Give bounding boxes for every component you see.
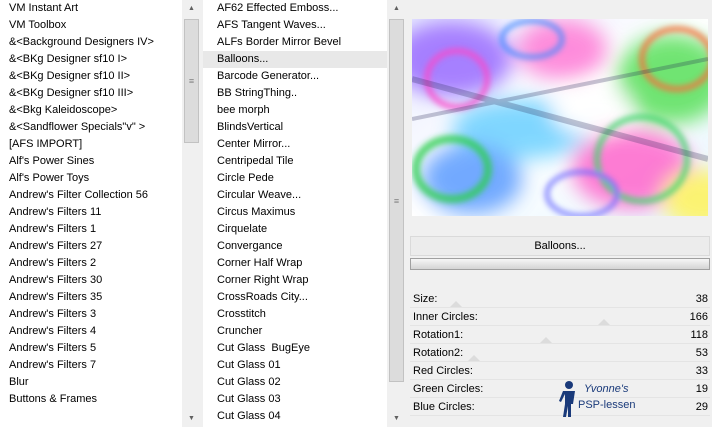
grip-icon: ≡ <box>393 195 400 206</box>
filter-item[interactable]: Convergance <box>203 238 387 255</box>
category-item[interactable]: Andrew's Filters 1 <box>0 221 182 238</box>
filter-item[interactable]: Circle Pede <box>203 170 387 187</box>
filter-item[interactable]: bee morph <box>203 102 387 119</box>
filter-item[interactable]: Barcode Generator... <box>203 68 387 85</box>
category-item[interactable]: Buttons & Frames <box>0 391 182 408</box>
filter-item[interactable]: Cirquelate <box>203 221 387 238</box>
filter-item[interactable]: Cut Glass 04 <box>203 408 387 425</box>
param-value: 118 <box>690 329 708 341</box>
filter-item[interactable]: BB StringThing.. <box>203 85 387 102</box>
param-row[interactable]: Rotation1: 118 <box>410 326 710 344</box>
category-item[interactable]: Andrew's Filter Collection 56 <box>0 187 182 204</box>
scroll-thumb[interactable]: ≡ <box>184 19 199 143</box>
param-label: Inner Circles: <box>413 311 478 323</box>
filter-item[interactable]: Balloons... <box>203 51 387 68</box>
filter-list[interactable]: AF62 Effected Emboss... AFS Tangent Waves… <box>203 0 387 427</box>
filter-item[interactable]: Centripedal Tile <box>203 153 387 170</box>
param-label: Size: <box>413 293 438 305</box>
param-value: 53 <box>695 347 708 359</box>
slider-marker[interactable] <box>450 301 462 307</box>
grip-icon: ≡ <box>188 76 195 86</box>
category-item[interactable]: &<Bkg Kaleidoscope> <box>0 102 182 119</box>
filter-item[interactable]: Cut Glass 03 <box>203 391 387 408</box>
category-item[interactable]: Andrew's Filters 4 <box>0 323 182 340</box>
category-item[interactable]: Andrew's Filters 27 <box>0 238 182 255</box>
filter-item[interactable]: Center Mirror... <box>203 136 387 153</box>
balloons-preview-graphic <box>412 19 708 216</box>
slider-marker[interactable] <box>468 355 480 361</box>
param-label: Green Circles: <box>413 383 484 395</box>
category-item[interactable]: Blur <box>0 374 182 391</box>
param-label: Rotation2: <box>413 347 464 359</box>
filter-item[interactable]: Corner Right Wrap <box>203 272 387 289</box>
category-item[interactable]: VM Toolbox <box>0 17 182 34</box>
category-scrollbar[interactable]: ▲ ≡ ▼ <box>182 0 199 427</box>
selected-filter-button[interactable]: Balloons... <box>410 236 710 256</box>
filter-scrollbar[interactable]: ▲ ≡ ▼ <box>387 0 404 427</box>
category-item[interactable]: Alf's Power Sines <box>0 153 182 170</box>
category-list[interactable]: VM Instant Art VM Toolbox &<Background Des… <box>0 0 182 427</box>
param-value: 29 <box>695 401 708 413</box>
filter-item[interactable]: Corner Half Wrap <box>203 255 387 272</box>
category-item[interactable]: Andrew's Filters 3 <box>0 306 182 323</box>
category-item[interactable]: &<BKg Designer sf10 II> <box>0 68 182 85</box>
watermark-subtitle: PSP-lessen <box>578 399 636 411</box>
watermark-logo: Yvonne's PSP-lessen <box>556 378 652 420</box>
progress-bar <box>410 258 710 270</box>
category-item[interactable]: Andrew's Filters 30 <box>0 272 182 289</box>
category-item[interactable]: Andrew's Filters 2 <box>0 255 182 272</box>
filter-item[interactable]: ALFs Border Mirror Bevel <box>203 34 387 51</box>
filter-item[interactable]: Crosstitch <box>203 306 387 323</box>
category-item[interactable]: Andrew's Filters 35 <box>0 289 182 306</box>
scroll-thumb[interactable]: ≡ <box>389 19 404 382</box>
filter-item[interactable]: Cruncher <box>203 323 387 340</box>
category-item[interactable]: &<Background Designers IV> <box>0 34 182 51</box>
category-item[interactable]: &<Sandflower Specials"v" > <box>0 119 182 136</box>
scroll-up-arrow-icon[interactable]: ▲ <box>183 0 199 17</box>
param-label: Rotation1: <box>413 329 464 341</box>
category-item[interactable]: VM Instant Art <box>0 0 182 17</box>
category-item[interactable]: Alf's Power Toys <box>0 170 182 187</box>
category-item[interactable]: &<BKg Designer sf10 I> <box>0 51 182 68</box>
scroll-down-arrow-icon[interactable]: ▼ <box>388 410 404 427</box>
param-value: 19 <box>695 383 708 395</box>
filter-item[interactable]: Circular Weave... <box>203 187 387 204</box>
slider-marker[interactable] <box>598 319 610 325</box>
person-figure-icon <box>559 381 575 417</box>
filter-preview-image <box>412 19 708 216</box>
param-row[interactable]: Inner Circles: 166 <box>410 308 710 326</box>
param-label: Red Circles: <box>413 365 473 377</box>
filter-item[interactable]: Circus Maximus <box>203 204 387 221</box>
filter-item[interactable]: AF62 Effected Emboss... <box>203 0 387 17</box>
filter-item[interactable]: CrossRoads City... <box>203 289 387 306</box>
filter-item[interactable]: BlindsVertical <box>203 119 387 136</box>
scroll-up-arrow-icon[interactable]: ▲ <box>388 0 404 17</box>
category-item[interactable]: [AFS IMPORT] <box>0 136 182 153</box>
filter-item[interactable]: Cut Glass 02 <box>203 374 387 391</box>
param-label: Blue Circles: <box>413 401 475 413</box>
category-item[interactable]: &<BKg Designer sf10 III> <box>0 85 182 102</box>
category-item[interactable]: Andrew's Filters 7 <box>0 357 182 374</box>
filter-item[interactable]: Cut Glass BugEye <box>203 340 387 357</box>
param-row[interactable]: Size: 38 <box>410 290 710 308</box>
param-value: 38 <box>695 293 708 305</box>
category-item[interactable]: Andrew's Filters 11 <box>0 204 182 221</box>
watermark-name: Yvonne's <box>584 383 629 395</box>
filter-item[interactable]: Cut Glass 01 <box>203 357 387 374</box>
param-value: 166 <box>689 311 708 323</box>
param-row[interactable]: Rotation2: 53 <box>410 344 710 362</box>
slider-marker[interactable] <box>540 337 552 343</box>
filter-list-panel: AF62 Effected Emboss... AFS Tangent Waves… <box>203 0 404 427</box>
category-item[interactable]: Andrew's Filters 5 <box>0 340 182 357</box>
category-list-panel: VM Instant Art VM Toolbox &<Background Des… <box>0 0 199 427</box>
filter-item[interactable]: AFS Tangent Waves... <box>203 17 387 34</box>
scroll-down-arrow-icon[interactable]: ▼ <box>183 410 199 427</box>
param-value: 33 <box>695 365 708 377</box>
